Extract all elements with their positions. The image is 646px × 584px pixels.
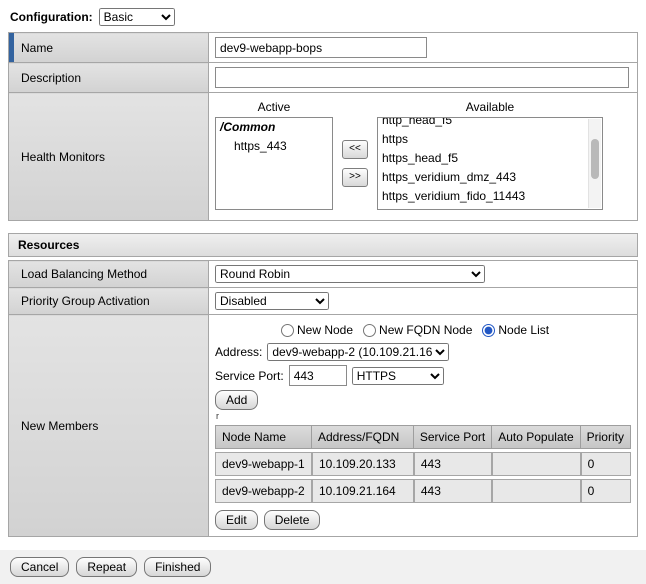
address-label: Address: (215, 345, 262, 359)
stray-note-text: r (216, 412, 631, 421)
active-monitors-column: Active /Common https_443 (215, 98, 333, 210)
priority-cell: 0 (581, 452, 631, 476)
description-row: Description (9, 63, 638, 93)
name-input[interactable] (215, 37, 427, 58)
list-item-available-monitor[interactable]: https (378, 130, 602, 149)
priority-group-select[interactable]: Disabled (215, 292, 329, 310)
health-monitors-label-cell: Health Monitors (9, 93, 209, 221)
name-label-cell: Name (9, 33, 209, 63)
auto-populate-cell (492, 452, 580, 476)
address-field-row: Address: dev9-webapp-2 (10.109.21.164) (215, 343, 631, 361)
priority-group-label: Priority Group Activation (21, 294, 150, 308)
address-cell: 10.109.21.164 (312, 479, 414, 503)
new-members-value-cell: New Node New FQDN Node Node List Address… (209, 315, 638, 537)
monitor-move-buttons: << >> (342, 98, 368, 210)
delete-button[interactable]: Delete (264, 510, 321, 530)
name-row: Name (9, 33, 638, 63)
priority-group-row: Priority Group Activation Disabled (9, 288, 638, 315)
available-list-title: Available (377, 98, 603, 117)
address-select[interactable]: dev9-webapp-2 (10.109.21.164) (267, 343, 449, 361)
new-fqdn-node-radio[interactable] (363, 324, 376, 337)
address-cell: 10.109.20.133 (312, 452, 414, 476)
health-monitors-value-cell: Active /Common https_443 << >> Available… (209, 93, 638, 221)
list-item-common-partition[interactable]: /Common (216, 118, 332, 137)
priority-group-label-cell: Priority Group Activation (9, 288, 209, 315)
load-balancing-label-cell: Load Balancing Method (9, 261, 209, 288)
list-item-available-monitor[interactable]: http_head_f5 (378, 117, 602, 130)
load-balancing-value-cell: Round Robin (209, 261, 638, 288)
health-monitors-row: Health Monitors Active /Common https_443… (9, 93, 638, 221)
list-item-available-monitor[interactable]: https_veridium_fido_11443 (378, 187, 602, 206)
priority-group-value-cell: Disabled (209, 288, 638, 315)
list-item-available-monitor[interactable]: https_veridium_dmz_443 (378, 168, 602, 187)
available-list-scrollbar[interactable] (588, 119, 601, 208)
node-name-cell[interactable]: dev9-webapp-1 (215, 452, 312, 476)
available-monitors-listbox[interactable]: http_head_f5 https https_head_f5 https_v… (377, 117, 603, 210)
move-right-button[interactable]: >> (342, 168, 368, 187)
auto-populate-cell (492, 479, 580, 503)
load-balancing-label: Load Balancing Method (21, 267, 147, 281)
service-port-label: Service Port: (215, 369, 284, 383)
active-list-title: Active (215, 98, 333, 117)
priority-cell: 0 (581, 479, 631, 503)
finished-button[interactable]: Finished (144, 557, 211, 577)
new-node-radio[interactable] (281, 324, 294, 337)
load-balancing-row: Load Balancing Method Round Robin (9, 261, 638, 288)
service-port-cell: 443 (414, 452, 492, 476)
new-members-label-cell: New Members (9, 315, 209, 537)
description-label-cell: Description (9, 63, 209, 93)
node-name-header: Node Name (215, 425, 312, 449)
description-value-cell (209, 63, 638, 93)
service-protocol-select[interactable]: HTTPS (352, 367, 444, 385)
new-members-label: New Members (21, 419, 98, 433)
configuration-select[interactable]: Basic (99, 8, 175, 26)
configuration-bar: Configuration: Basic (0, 0, 646, 32)
resources-section-header: Resources (8, 233, 638, 257)
active-monitors-listbox[interactable]: /Common https_443 (215, 117, 333, 210)
health-monitors-label: Health Monitors (21, 150, 105, 164)
new-members-row: New Members New Node New FQDN Node Node … (9, 315, 638, 537)
node-name-cell[interactable]: dev9-webapp-2 (215, 479, 312, 503)
address-fqdn-header: Address/FQDN (312, 425, 414, 449)
cancel-button[interactable]: Cancel (10, 557, 69, 577)
load-balancing-select[interactable]: Round Robin (215, 265, 485, 283)
footer-button-bar: Cancel Repeat Finished (0, 550, 646, 584)
service-port-header: Service Port (414, 425, 492, 449)
service-port-field-row: Service Port: HTTPS (215, 365, 631, 386)
radio-new-node[interactable]: New Node (281, 323, 353, 337)
priority-header: Priority (581, 425, 631, 449)
list-item-active-monitor[interactable]: https_443 (216, 137, 332, 156)
node-list-radio-label: Node List (498, 323, 549, 337)
configuration-table: Name Description Health Monitors Active … (8, 32, 638, 221)
description-input[interactable] (215, 67, 629, 88)
name-label: Name (21, 41, 53, 55)
node-list-radio[interactable] (482, 324, 495, 337)
new-node-radio-label: New Node (297, 323, 353, 337)
table-row[interactable]: dev9-webapp-1 10.109.20.133 443 0 (215, 452, 631, 476)
radio-node-list[interactable]: Node List (482, 323, 549, 337)
auto-populate-header: Auto Populate (492, 425, 580, 449)
node-table-header-row: Node Name Address/FQDN Service Port Auto… (215, 425, 631, 449)
radio-new-fqdn-node[interactable]: New FQDN Node (363, 323, 472, 337)
node-members-table: Node Name Address/FQDN Service Port Auto… (215, 422, 631, 506)
list-item-available-monitor[interactable]: https_veridium_idp_9944 (378, 206, 602, 210)
service-port-input[interactable] (289, 365, 347, 386)
description-label: Description (21, 71, 81, 85)
available-monitors-column: Available http_head_f5 https https_head_… (377, 98, 603, 210)
move-left-button[interactable]: << (342, 140, 368, 159)
add-button[interactable]: Add (215, 390, 258, 410)
configuration-label: Configuration: (10, 10, 93, 24)
name-value-cell (209, 33, 638, 63)
resources-table: Load Balancing Method Round Robin Priori… (8, 260, 638, 537)
repeat-button[interactable]: Repeat (76, 557, 137, 577)
table-row[interactable]: dev9-webapp-2 10.109.21.164 443 0 (215, 479, 631, 503)
service-port-cell: 443 (414, 479, 492, 503)
edit-button[interactable]: Edit (215, 510, 258, 530)
new-fqdn-node-radio-label: New FQDN Node (379, 323, 472, 337)
node-type-radio-group: New Node New FQDN Node Node List (281, 323, 631, 337)
node-table-actions: Edit Delete (215, 510, 631, 530)
scrollbar-thumb[interactable] (591, 139, 599, 179)
list-item-available-monitor[interactable]: https_head_f5 (378, 149, 602, 168)
